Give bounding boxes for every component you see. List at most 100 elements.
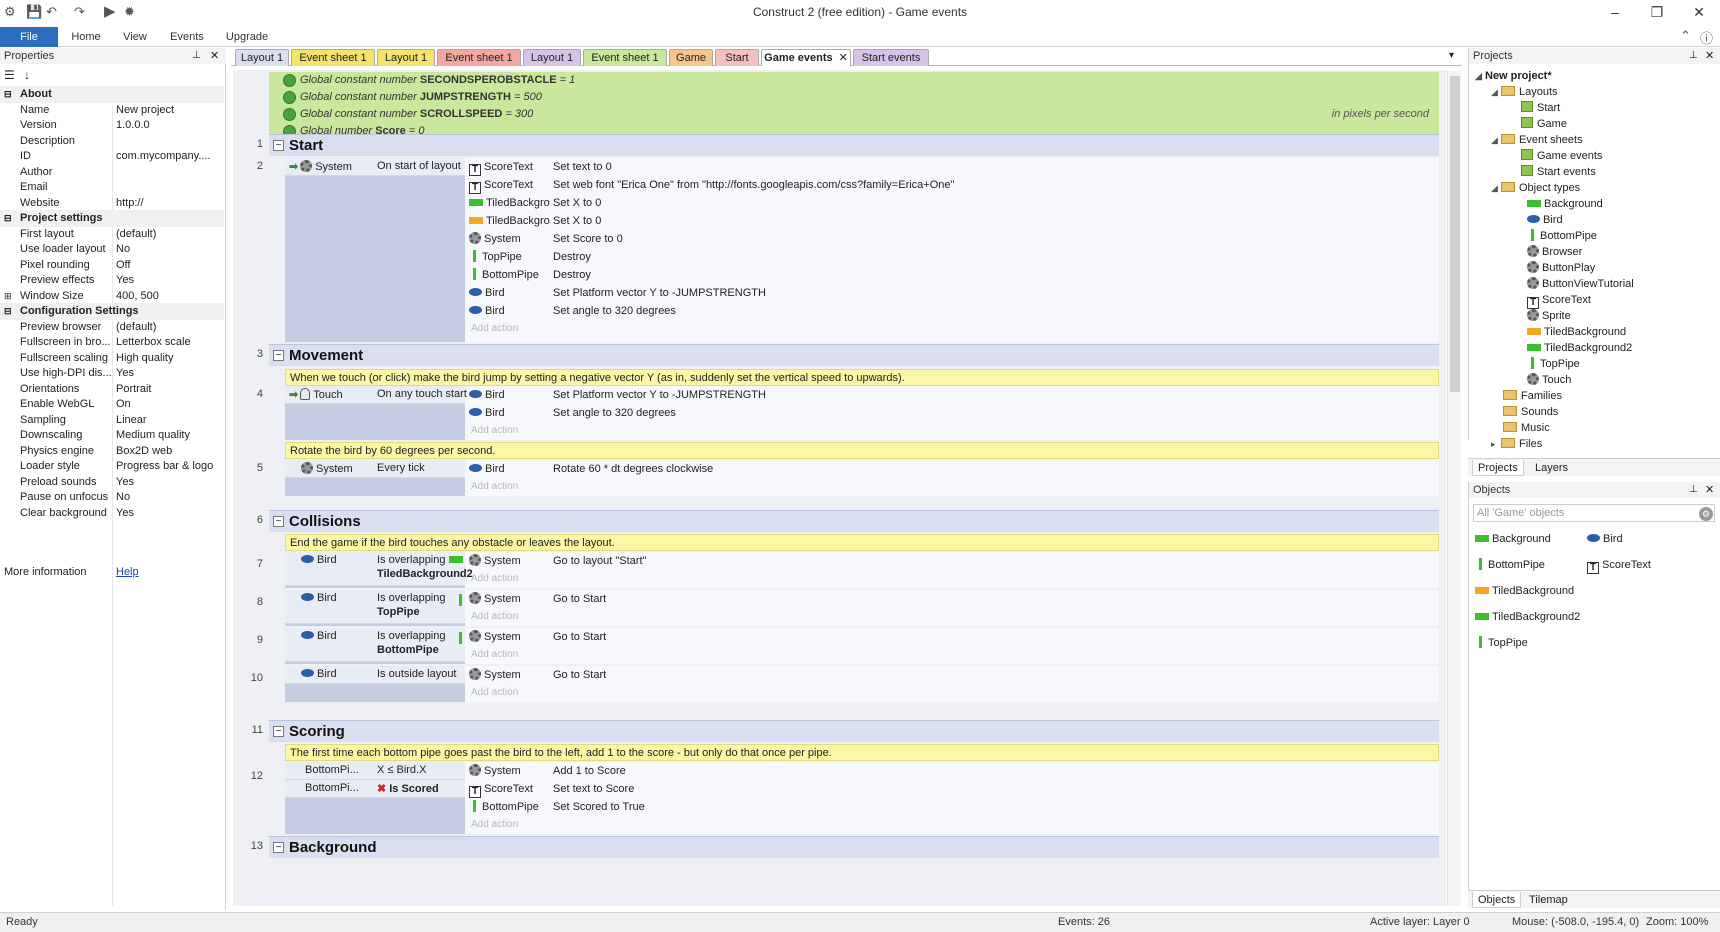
property-row[interactable]: Orientations Portrait [0,381,224,398]
object-item[interactable]: Background [1475,528,1551,550]
action-row[interactable]: Bird Set Platform vector Y to -JUMPSTRENG… [467,284,1439,302]
tree-folder-event-sheets[interactable]: ◢ Event sheets [1491,132,1583,148]
property-value[interactable]: Box2D web [116,443,224,460]
property-row[interactable]: Downscaling Medium quality [0,427,224,444]
sort-alpha-icon[interactable]: ↓ [24,68,30,82]
global-variable[interactable]: Global constant number SECONDSPEROBSTACL… [269,72,1439,89]
object-item[interactable]: TiledBackground [1475,580,1574,602]
collapse-icon[interactable]: − [273,516,284,527]
condition[interactable]: Bird Is overlapping BottomPipe [285,628,465,662]
tree-object-type[interactable]: TopPipe [1527,356,1580,372]
collapse-icon[interactable]: − [273,140,284,151]
property-row[interactable]: ⊞ Window Size 400, 500 [0,288,224,305]
ribbon-tab-home[interactable]: Home [64,27,108,47]
help-link[interactable]: Help [116,564,224,581]
action-row[interactable]: T ScoreText Set text to 0 [467,158,1439,176]
property-value[interactable]: Off [116,257,224,274]
condition[interactable]: BottomPi... ✖ Is Scored [285,780,465,798]
doc-tab[interactable]: Start [715,49,759,66]
property-row[interactable]: Use high-DPI dis... Yes [0,365,224,382]
doc-tab[interactable]: Layout 1 [523,49,581,66]
doc-tab[interactable]: Event sheet 1 [291,49,375,66]
property-value[interactable]: High quality [116,350,224,367]
action-row[interactable]: Bird Rotate 60 * dt degrees clockwise [467,460,1439,478]
condition-block[interactable]: Bird Is overlapping TopPipe [285,590,465,626]
property-row[interactable]: Fullscreen scaling High quality [0,350,224,367]
global-variable[interactable]: Global constant number SCROLLSPEED = 300… [269,106,1439,123]
condition[interactable]: BottomPi... X ≤ Bird.X [285,762,465,780]
categorized-icon[interactable]: ☰ [4,68,15,82]
tree-object-type[interactable]: TiledBackground [1527,324,1626,340]
property-row[interactable]: Pause on unfocus No [0,489,224,506]
tree-folder-files[interactable]: ▸ Files [1491,436,1542,452]
property-value[interactable]: Yes [116,474,224,491]
object-item[interactable]: TopPipe [1475,632,1528,654]
property-value[interactable]: Progress bar & logo [116,458,224,475]
condition-block[interactable]: System Every tick [285,460,465,496]
condition-block[interactable]: BottomPi... X ≤ Bird.X BottomPi... ✖ Is S… [285,762,465,834]
tree-layout[interactable]: Game [1521,116,1567,132]
expand-arrow-icon[interactable]: ◢ [1491,84,1501,100]
action-row[interactable]: T ScoreText Set web font "Erica One" from … [467,176,1439,194]
minimize-icon[interactable]: – [1598,2,1632,22]
action-row[interactable]: Bird Set angle to 320 degrees [467,302,1439,320]
ribbon-collapse-icon[interactable]: ⌃ [1680,28,1691,44]
add-action-link[interactable]: Add action [471,611,518,622]
tree-folder-music[interactable]: Music [1503,420,1550,436]
property-value[interactable]: 400, 500 [116,288,224,305]
maximize-icon[interactable]: ❐ [1640,2,1674,22]
tree-object-type[interactable]: T ScoreText [1527,292,1591,309]
tree-object-type[interactable]: Browser [1527,244,1582,260]
group-start[interactable]: − Start [269,134,1439,156]
tree-folder-families[interactable]: Families [1503,388,1562,404]
add-action-link[interactable]: Add action [471,481,518,492]
action-row[interactable]: System Go to layout "Start" [467,552,1439,570]
property-value[interactable]: Portrait [116,381,224,398]
property-value[interactable]: Yes [116,272,224,289]
property-value[interactable]: (default) [116,226,224,243]
property-value[interactable]: com.mycompany.... [116,148,224,165]
tab-tilemap[interactable]: Tilemap [1524,892,1573,908]
close-panel-icon[interactable]: ✕ [1705,49,1714,62]
property-row[interactable]: Use loader layout No [0,241,224,258]
comment[interactable]: End the game if the bird touches any obs… [285,534,1439,551]
add-action-link[interactable]: Add action [471,649,518,660]
event-row[interactable]: System Every tick Bird Rotate 60 * dt deg… [285,460,1439,496]
doc-tab[interactable]: Layout 1 [377,49,435,66]
object-item[interactable]: T ScoreText [1587,554,1651,576]
property-value[interactable]: No [116,489,224,506]
condition[interactable]: Bird Is overlapping TiledBackground2 [285,552,473,586]
property-value[interactable]: New project [116,102,224,119]
property-value[interactable]: Letterbox scale [116,334,224,351]
close-tab-icon[interactable]: ✕ [839,52,848,64]
group-collisions[interactable]: − Collisions [269,510,1439,532]
tree-event-sheet[interactable]: Game events [1521,148,1602,164]
tree-folder-layouts[interactable]: ◢ Layouts [1491,84,1558,100]
doc-tab[interactable]: Event sheet 1 [437,49,521,66]
action-row[interactable]: TiledBackgro...Set X to 0 [467,194,1439,212]
property-row[interactable]: First layout (default) [0,226,224,243]
action-row[interactable]: TopPipe Destroy [467,248,1439,266]
group-movement[interactable]: − Movement [269,344,1439,366]
filter-icon[interactable]: ⚙ [1699,507,1713,521]
tree-object-type[interactable]: Touch [1527,372,1571,388]
action-row[interactable]: System Go to Start [467,628,1439,646]
event-row[interactable]: Bird Is overlapping TiledBackground2 System… [285,552,1439,588]
pin-icon[interactable]: ⊥ [1689,484,1698,495]
collapse-icon[interactable]: ⊟ [4,210,12,227]
ribbon-tab-file[interactable]: File [0,27,58,47]
property-value[interactable]: No [116,241,224,258]
doc-tab[interactable]: Game events ✕ [761,49,851,66]
collapse-icon[interactable]: ⊟ [4,86,12,103]
tree-object-type[interactable]: TiledBackground2 [1527,340,1632,356]
event-row[interactable]: Bird Is overlapping BottomPipe System Go to … [285,628,1439,664]
property-row[interactable]: Name New project [0,102,224,119]
property-row[interactable]: Preview effects Yes [0,272,224,289]
tree-folder-sounds[interactable]: Sounds [1503,404,1558,420]
add-action-link[interactable]: Add action [471,687,518,698]
property-row[interactable]: Fullscreen in bro... Letterbox scale [0,334,224,351]
tree-layout[interactable]: Start [1521,100,1560,116]
object-item[interactable]: BottomPipe [1475,554,1545,576]
property-row[interactable]: Version 1.0.0.0 [0,117,224,134]
event-row[interactable]: Bird Is outside layout System Go to Start Ad… [285,666,1439,702]
